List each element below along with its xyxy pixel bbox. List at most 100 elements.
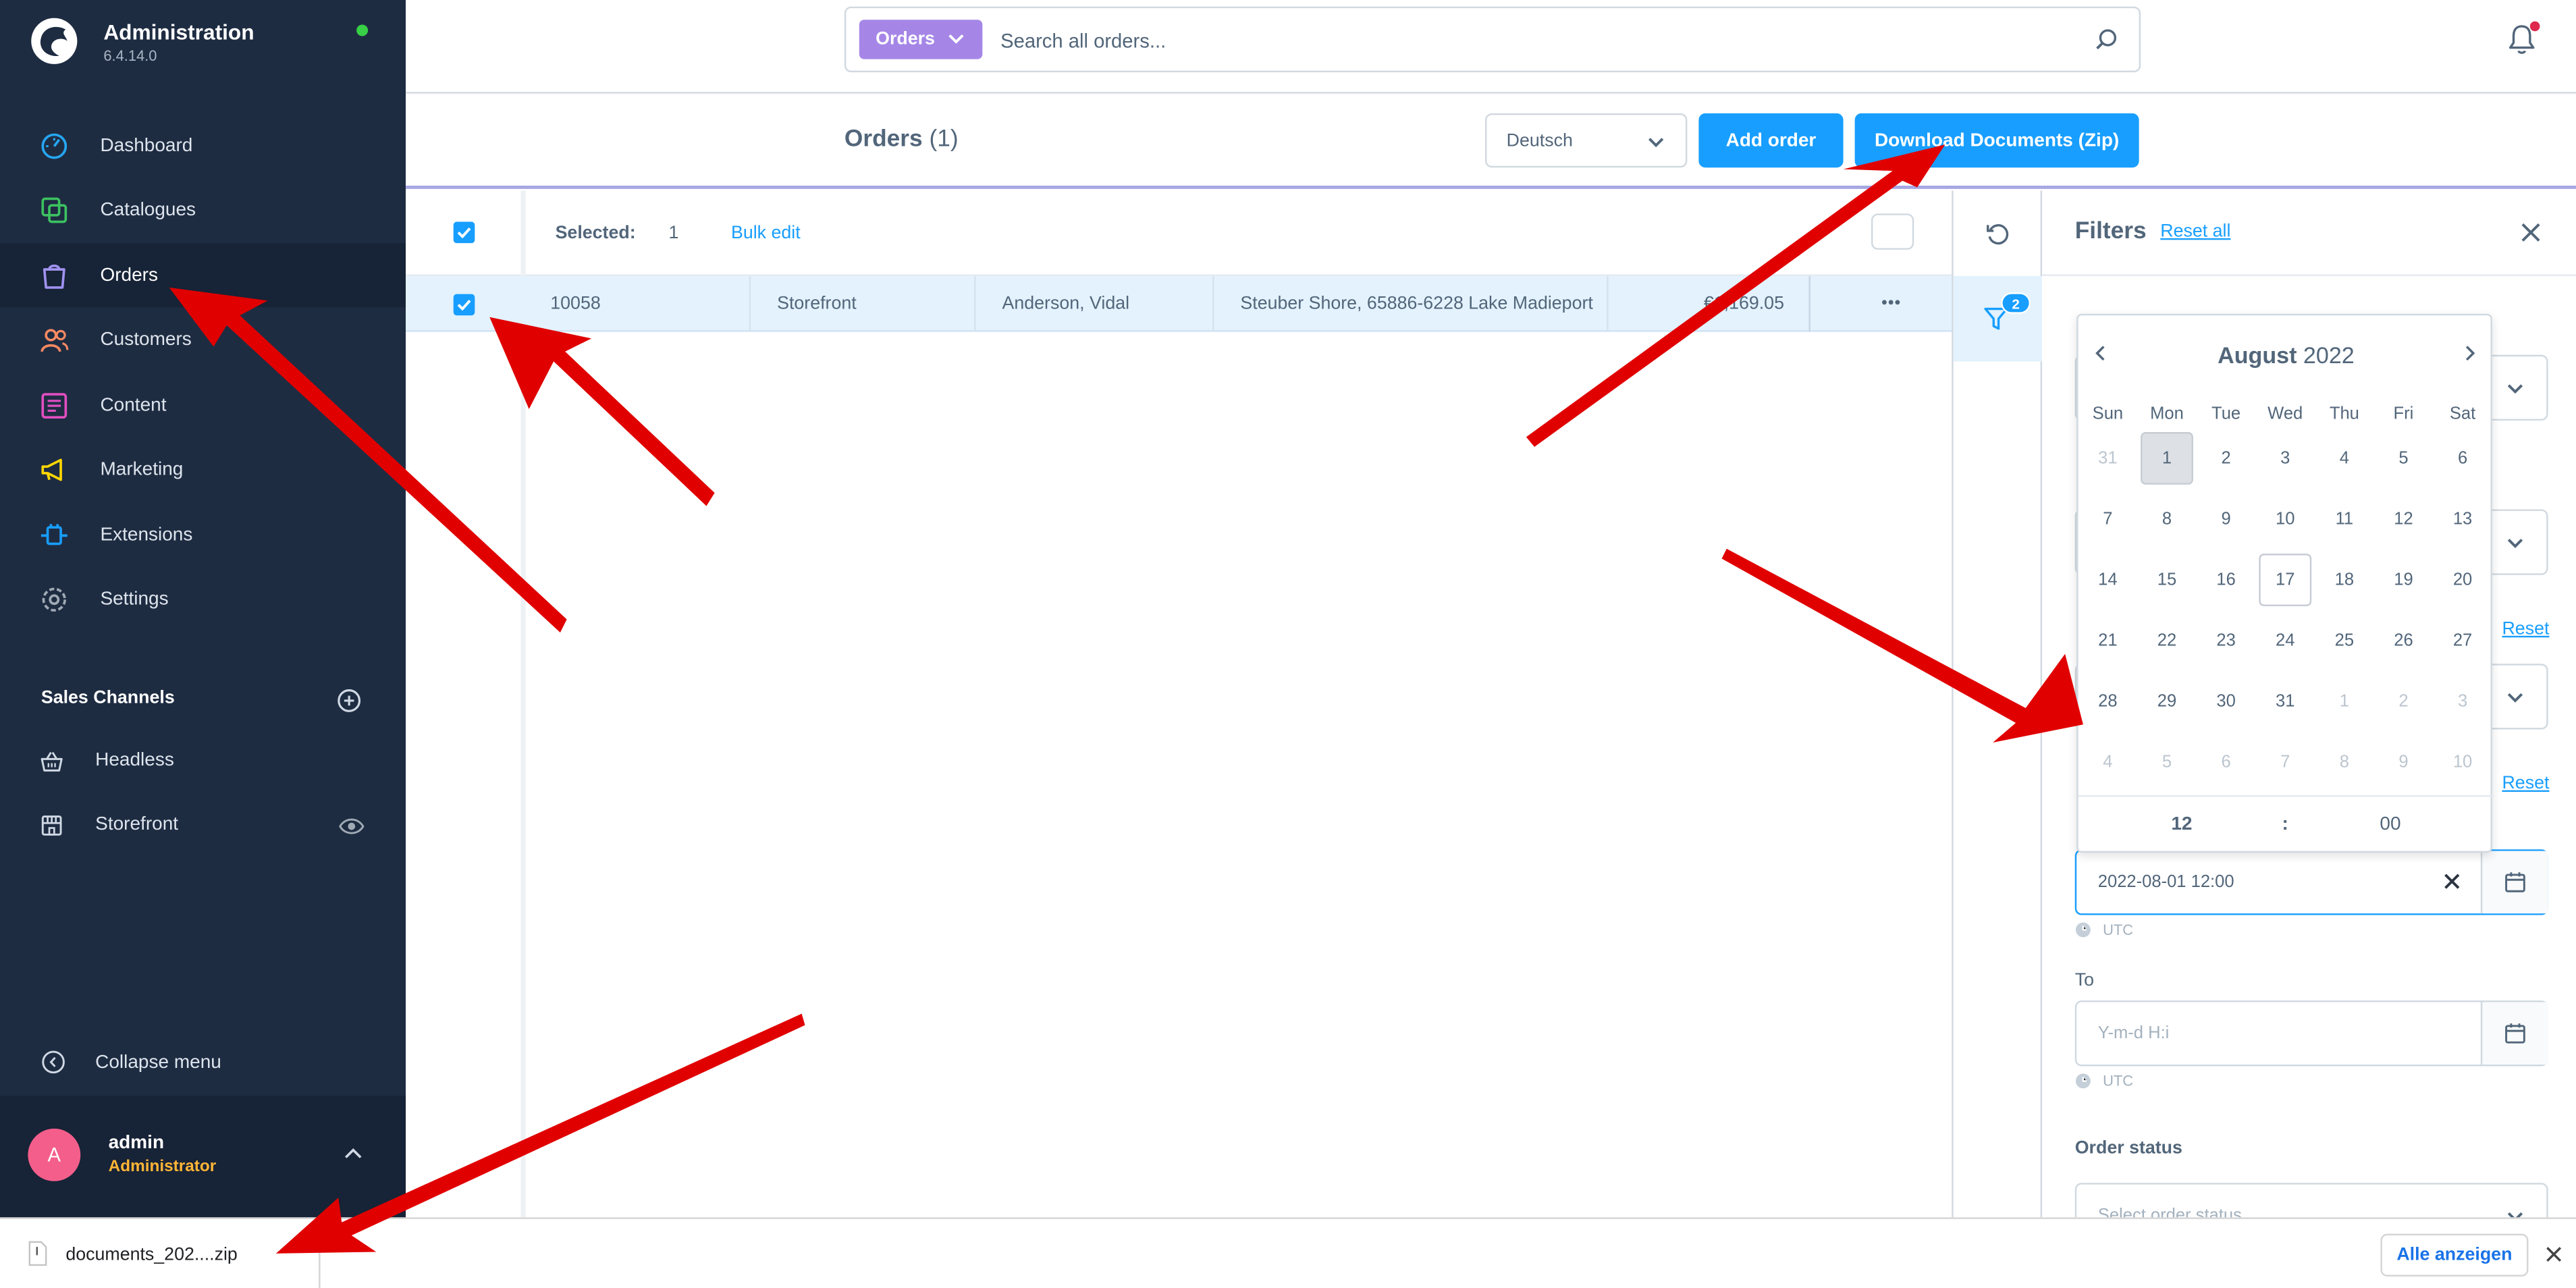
reset-all-link[interactable]: Reset all: [2160, 222, 2230, 242]
page-title-text: Orders: [844, 126, 923, 153]
calendar-day[interactable]: 6: [2436, 432, 2489, 485]
search-type-tag[interactable]: Orders: [859, 20, 983, 59]
bulk-edit-link[interactable]: Bulk edit: [731, 223, 801, 243]
calendar-day[interactable]: 18: [2318, 554, 2371, 606]
calendar-day-selected[interactable]: 1: [2141, 432, 2193, 485]
calendar-day[interactable]: 8: [2141, 493, 2193, 545]
date-to-field[interactable]: Y-m-d H:i: [2074, 1000, 2548, 1067]
calendar-day[interactable]: 7: [2259, 736, 2311, 788]
calendar-day[interactable]: 9: [2378, 736, 2430, 788]
nav-item-marketing[interactable]: Marketing: [0, 437, 406, 501]
download-filename[interactable]: documents_202....zip: [65, 1245, 238, 1265]
calendar-day[interactable]: 7: [2081, 493, 2134, 545]
nav-item-orders[interactable]: Orders: [0, 243, 406, 308]
calendar-day[interactable]: 12: [2378, 493, 2430, 545]
calendar-day[interactable]: 11: [2318, 493, 2371, 545]
calendar-day[interactable]: 13: [2436, 493, 2489, 545]
calendar-day[interactable]: 5: [2378, 432, 2430, 485]
date-from-field[interactable]: 2022-08-01 12:00: [2074, 849, 2548, 915]
date-to-placeholder[interactable]: Y-m-d H:i: [2098, 1023, 2170, 1043]
calendar-day[interactable]: 30: [2200, 675, 2253, 728]
calendar-day[interactable]: 1: [2318, 675, 2371, 728]
nav-item-extensions[interactable]: Extensions: [0, 503, 406, 567]
calendar-button[interactable]: [2480, 851, 2548, 914]
calendar-day[interactable]: 5: [2141, 736, 2193, 788]
eye-icon[interactable]: [338, 817, 365, 836]
calendar-day[interactable]: 14: [2081, 554, 2134, 606]
calendar-day[interactable]: 29: [2141, 675, 2193, 728]
nav-item-settings[interactable]: Settings: [0, 567, 406, 631]
clear-icon[interactable]: [2443, 872, 2461, 890]
calendar-day[interactable]: 3: [2259, 432, 2311, 485]
settings-icon: [42, 587, 66, 611]
cell-order-number[interactable]: 10058: [524, 276, 749, 332]
calendar-day[interactable]: 23: [2200, 614, 2253, 667]
search-tag-label: Orders: [876, 29, 935, 50]
table-row[interactable]: 10058 Storefront Anderson, Vidal Steuber…: [406, 275, 1952, 332]
calendar-year[interactable]: 2022: [2303, 342, 2355, 368]
nav-label: Settings: [100, 589, 169, 609]
chevron-down-icon: [2507, 693, 2523, 703]
collapse-menu-button[interactable]: Collapse menu: [0, 1042, 406, 1084]
shopware-logo-icon[interactable]: [30, 16, 79, 65]
hour-input[interactable]: 12: [2160, 815, 2203, 834]
nav-item-catalogues[interactable]: Catalogues: [0, 178, 406, 242]
calendar-day[interactable]: 31: [2081, 432, 2134, 485]
search-input[interactable]: [1000, 23, 1987, 59]
calendar-day[interactable]: 22: [2141, 614, 2193, 667]
calendar-day[interactable]: 2: [2200, 432, 2253, 485]
calendar-day[interactable]: 26: [2378, 614, 2430, 667]
search-icon[interactable]: [2095, 28, 2118, 51]
calendar-day[interactable]: 27: [2436, 614, 2489, 667]
calendar-day[interactable]: 4: [2081, 736, 2134, 788]
calendar-day[interactable]: 16: [2200, 554, 2253, 606]
chevron-right-icon[interactable]: [2461, 345, 2477, 361]
calendar-day[interactable]: 6: [2200, 736, 2253, 788]
download-documents-button[interactable]: Download Documents (Zip): [1854, 113, 2139, 168]
sales-channel-headless[interactable]: Headless: [0, 738, 406, 787]
nav-item-customers[interactable]: Customers: [0, 307, 406, 371]
filter-tab[interactable]: 2: [1953, 275, 2043, 362]
calendar-day[interactable]: 2: [2378, 675, 2430, 728]
add-sales-channel-icon[interactable]: [337, 689, 362, 714]
calendar-day[interactable]: 31: [2259, 675, 2311, 728]
calendar-day[interactable]: 8: [2318, 736, 2371, 788]
close-icon[interactable]: [2545, 1245, 2563, 1264]
page-title-count: (1): [929, 126, 959, 153]
calendar-day[interactable]: 3: [2436, 675, 2489, 728]
user-menu[interactable]: A admin Administrator: [0, 1096, 406, 1218]
calendar-day[interactable]: 28: [2081, 675, 2134, 728]
close-icon[interactable]: [2520, 222, 2542, 244]
column-settings-button[interactable]: [1871, 213, 1914, 250]
refresh-icon[interactable]: [1985, 220, 2011, 246]
nav-item-content[interactable]: Content: [0, 373, 406, 437]
sales-channel-storefront[interactable]: Storefront: [0, 802, 406, 851]
calendar-button[interactable]: [2480, 1002, 2548, 1065]
show-all-downloads-button[interactable]: Alle anzeigen: [2380, 1233, 2529, 1277]
calendar-day[interactable]: 10: [2436, 736, 2489, 788]
minute-input[interactable]: 00: [2369, 815, 2411, 834]
date-from-value[interactable]: 2022-08-01 12:00: [2098, 872, 2234, 892]
calendar-day[interactable]: 15: [2141, 554, 2193, 606]
calendar-day[interactable]: 10: [2259, 493, 2311, 545]
calendar-day[interactable]: 20: [2436, 554, 2489, 606]
storefront-icon: [41, 815, 62, 836]
chevron-up-icon[interactable]: [344, 1147, 363, 1160]
language-select[interactable]: Deutsch: [1485, 113, 1688, 168]
more-actions-icon[interactable]: [1876, 294, 1906, 311]
calendar-day[interactable]: 24: [2259, 614, 2311, 667]
time-picker: 12 : 00: [2078, 795, 2494, 855]
calendar-day[interactable]: 19: [2378, 554, 2430, 606]
global-search[interactable]: Orders: [844, 6, 2141, 73]
calendar-day[interactable]: 9: [2200, 493, 2253, 545]
calendar-day[interactable]: 4: [2318, 432, 2371, 485]
calendar-day[interactable]: 21: [2081, 614, 2134, 667]
reset-date-filter-link[interactable]: Reset: [2502, 774, 2549, 793]
row-checkbox[interactable]: [453, 294, 475, 316]
reset-filter-link[interactable]: Reset: [2502, 619, 2549, 639]
select-all-checkbox[interactable]: [453, 221, 475, 244]
add-order-button[interactable]: Add order: [1698, 113, 1844, 168]
calendar-day[interactable]: 25: [2318, 614, 2371, 667]
calendar-day-today[interactable]: 17: [2259, 554, 2312, 607]
nav-item-dashboard[interactable]: Dashboard: [0, 113, 406, 178]
